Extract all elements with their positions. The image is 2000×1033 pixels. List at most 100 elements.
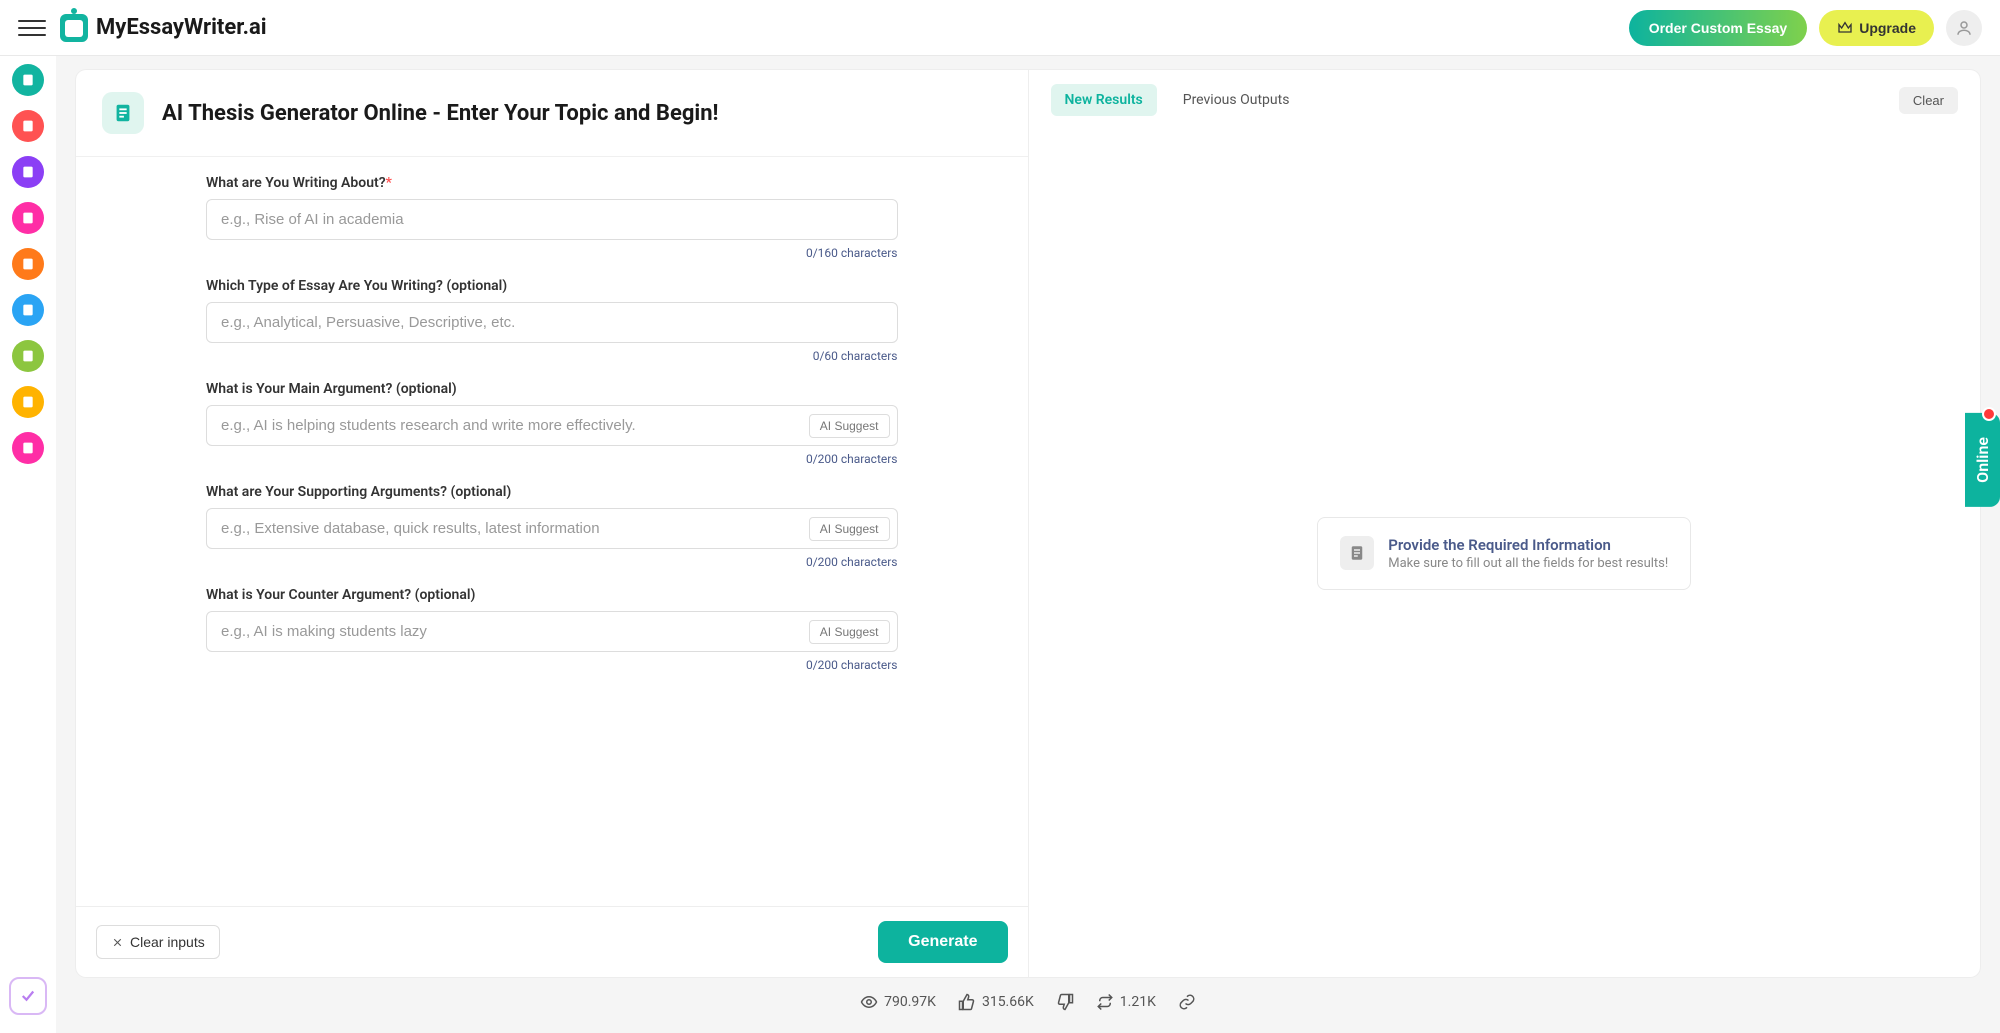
upgrade-button[interactable]: Upgrade (1819, 10, 1934, 46)
clear-inputs-label: Clear inputs (130, 934, 205, 950)
document-icon (112, 102, 134, 124)
output-body: Provide the Required Information Make su… (1029, 130, 1981, 977)
views-value: 790.97K (884, 994, 936, 1010)
user-avatar-button[interactable] (1946, 10, 1982, 46)
clear-output-button[interactable]: Clear (1899, 87, 1958, 114)
thumbs-up-icon (958, 993, 976, 1011)
text-input-1[interactable] (206, 302, 898, 343)
empty-state-message: Provide the Required Information Make su… (1317, 517, 1691, 590)
tool-icon (20, 210, 36, 226)
input-row-1 (206, 302, 898, 343)
logo[interactable]: MyEssayWriter.ai (60, 14, 267, 42)
input-row-2: AI Suggest (206, 405, 898, 446)
eye-icon (860, 993, 878, 1011)
char-counter-2: 0/200 characters (206, 452, 898, 466)
sidebar-bottom-button[interactable] (9, 977, 47, 1015)
likes-value: 315.66K (982, 994, 1034, 1010)
tool-icon (20, 72, 36, 88)
views-stat: 790.97K (860, 993, 936, 1011)
tool-icon (20, 164, 36, 180)
topbar: MyEssayWriter.ai Order Custom Essay Upgr… (0, 0, 2000, 56)
char-counter-4: 0/200 characters (206, 658, 898, 672)
link-stat[interactable] (1178, 993, 1196, 1011)
repost-icon (1096, 993, 1114, 1011)
tool-icon (20, 394, 36, 410)
likes-stat[interactable]: 315.66K (958, 993, 1034, 1011)
sidebar-tool-3[interactable] (12, 202, 44, 234)
input-row-0 (206, 199, 898, 240)
sidebar-tool-8[interactable] (12, 432, 44, 464)
info-icon (1340, 536, 1374, 570)
field-label-1: Which Type of Essay Are You Writing? (op… (206, 278, 898, 294)
ai-suggest-button-3[interactable]: AI Suggest (809, 517, 890, 541)
check-icon (19, 987, 37, 1005)
input-pane: AI Thesis Generator Online - Enter Your … (76, 70, 1029, 977)
empty-state-text: Provide the Required Information Make su… (1388, 536, 1668, 571)
char-counter-1: 0/60 characters (206, 349, 898, 363)
upgrade-label: Upgrade (1859, 20, 1916, 36)
card: AI Thesis Generator Online - Enter Your … (76, 70, 1980, 977)
page-icon (102, 92, 144, 134)
tool-icon (20, 440, 36, 456)
field-label-4: What is Your Counter Argument? (optional… (206, 587, 898, 603)
sidebar-tool-7[interactable] (12, 386, 44, 418)
form-field-3: What are Your Supporting Arguments? (opt… (206, 484, 898, 569)
empty-state-subtitle: Make sure to fill out all the fields for… (1388, 556, 1668, 571)
online-chat-tab[interactable]: Online (1965, 413, 2000, 507)
input-row-3: AI Suggest (206, 508, 898, 549)
topbar-left: MyEssayWriter.ai (18, 14, 267, 42)
ai-suggest-button-4[interactable]: AI Suggest (809, 620, 890, 644)
tool-icon (20, 118, 36, 134)
empty-state-title: Provide the Required Information (1388, 536, 1668, 554)
card-body: AI Thesis Generator Online - Enter Your … (76, 70, 1980, 977)
tab-previous-outputs[interactable]: Previous Outputs (1169, 84, 1304, 116)
pane-header: AI Thesis Generator Online - Enter Your … (76, 70, 1028, 157)
text-input-0[interactable] (206, 199, 898, 240)
form-area: What are You Writing About?* 0/160 charac… (76, 157, 1028, 906)
tool-icon (20, 348, 36, 364)
shares-stat[interactable]: 1.21K (1096, 993, 1156, 1011)
clear-inputs-button[interactable]: Clear inputs (96, 925, 220, 959)
tab-new-results[interactable]: New Results (1051, 84, 1157, 116)
tool-icon (20, 302, 36, 318)
menu-toggle-button[interactable] (18, 14, 46, 42)
sidebar-tool-0[interactable] (12, 64, 44, 96)
input-row-4: AI Suggest (206, 611, 898, 652)
user-icon (1955, 19, 1973, 37)
char-counter-0: 0/160 characters (206, 246, 898, 260)
generate-button[interactable]: Generate (878, 921, 1007, 963)
shares-value: 1.21K (1120, 994, 1156, 1010)
tool-icon (20, 256, 36, 272)
form-field-1: Which Type of Essay Are You Writing? (op… (206, 278, 898, 363)
ai-suggest-button-2[interactable]: AI Suggest (809, 414, 890, 438)
crown-icon (1837, 20, 1853, 36)
text-input-4[interactable] (206, 611, 898, 652)
thumbs-down-icon (1056, 993, 1074, 1011)
char-counter-3: 0/200 characters (206, 555, 898, 569)
dislike-stat[interactable] (1056, 993, 1074, 1011)
text-input-3[interactable] (206, 508, 898, 549)
form-field-4: What is Your Counter Argument? (optional… (206, 587, 898, 672)
sidebar-tool-5[interactable] (12, 294, 44, 326)
logo-icon (60, 14, 88, 42)
sidebar-tool-6[interactable] (12, 340, 44, 372)
layout: AI Thesis Generator Online - Enter Your … (0, 56, 2000, 1033)
sidebar-tool-2[interactable] (12, 156, 44, 188)
x-icon (111, 936, 124, 949)
form-field-2: What is Your Main Argument? (optional) AI… (206, 381, 898, 466)
main: AI Thesis Generator Online - Enter Your … (56, 56, 2000, 1033)
sidebar-tool-4[interactable] (12, 248, 44, 280)
link-icon (1178, 993, 1196, 1011)
required-star: * (386, 175, 392, 191)
output-pane: New Results Previous Outputs Clear Provi… (1029, 70, 1981, 977)
sidebar (0, 56, 56, 1033)
field-label-2: What is Your Main Argument? (optional) (206, 381, 898, 397)
output-tabs: New Results Previous Outputs Clear (1029, 70, 1981, 130)
topbar-right: Order Custom Essay Upgrade (1629, 10, 1982, 46)
form-footer: Clear inputs Generate (76, 906, 1028, 977)
field-label-0: What are You Writing About?* (206, 175, 898, 191)
text-input-2[interactable] (206, 405, 898, 446)
sidebar-tool-1[interactable] (12, 110, 44, 142)
order-custom-essay-button[interactable]: Order Custom Essay (1629, 10, 1808, 46)
document-icon (1348, 544, 1366, 562)
